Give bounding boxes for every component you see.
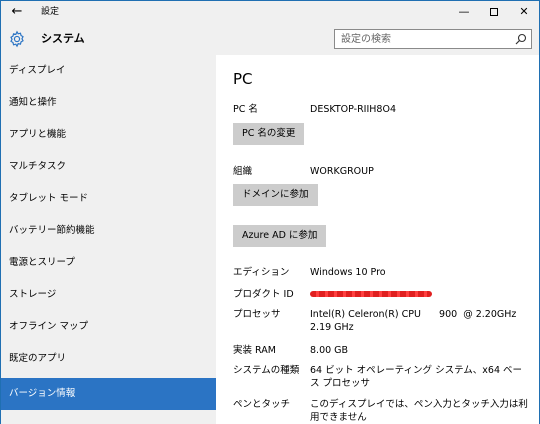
edition-value: Windows 10 Pro (310, 267, 386, 278)
sidebar-item-default-apps[interactable]: 既定のアプリ (1, 343, 216, 375)
search-input[interactable]: 設定の検索 (334, 29, 532, 49)
pen-touch-value: このディスプレイでは、ペン入力とタッチ入力は利用できません (310, 399, 528, 423)
title-bar: ← 設定 — ✕ (1, 1, 539, 23)
product-id-value (310, 288, 530, 301)
gear-icon (10, 30, 24, 48)
processor-label: プロセッサ (233, 309, 281, 320)
sidebar-item-notifications[interactable]: 通知と操作 (1, 87, 216, 119)
maximize-icon (490, 8, 498, 16)
rename-pc-button[interactable]: PC 名の変更 (233, 123, 305, 145)
maximize-button[interactable] (479, 1, 509, 23)
sidebar-item-apps[interactable]: アプリと機能 (1, 119, 216, 151)
sidebar-item-power-sleep[interactable]: 電源とスリープ (1, 247, 216, 279)
system-type-value: 64 ビット オペレーティング システム、x64 ベース プロセッサ (310, 365, 523, 389)
page-title: PC (233, 70, 253, 88)
edition-label: エディション (233, 267, 290, 278)
sidebar-item-battery-saver[interactable]: バッテリー節約機能 (1, 215, 216, 247)
redaction-mark (310, 291, 432, 297)
search-placeholder: 設定の検索 (341, 34, 391, 45)
sidebar-item-multitasking[interactable]: マルチタスク (1, 151, 216, 183)
sidebar-item-display[interactable]: ディスプレイ (1, 55, 216, 87)
search-icon[interactable] (515, 33, 527, 45)
settings-header: システム 設定の検索 (1, 23, 539, 55)
about-panel: PC PC 名 DESKTOP-RIIH8O4 PC 名の変更 組織 WORKG… (216, 55, 539, 424)
sidebar: ディスプレイ 通知と操作 アプリと機能 マルチタスク タブレット モード バッテ… (1, 55, 216, 424)
settings-window: ← 設定 — ✕ システム 設定の検索 ディスプレイ 通知と操作 アプリと機能 … (0, 0, 540, 424)
minimize-button[interactable]: — (449, 1, 479, 23)
ram-label: 実装 RAM (233, 345, 276, 356)
product-id-label: プロダクト ID (233, 289, 294, 300)
ram-value: 8.00 GB (310, 345, 349, 356)
pen-touch-label: ペンとタッチ (233, 399, 291, 410)
organization-value: WORKGROUP (310, 166, 374, 177)
join-azure-ad-button[interactable]: Azure AD に参加 (233, 225, 327, 247)
join-domain-button[interactable]: ドメインに参加 (233, 184, 318, 206)
section-title: システム (41, 32, 85, 45)
close-button[interactable]: ✕ (509, 1, 539, 23)
sidebar-item-tablet-mode[interactable]: タブレット モード (1, 183, 216, 215)
pc-name-label: PC 名 (233, 104, 258, 115)
back-arrow-icon[interactable]: ← (7, 3, 27, 21)
sidebar-item-offline-maps[interactable]: オフライン マップ (1, 311, 216, 343)
system-type-label: システムの種類 (233, 365, 300, 376)
sidebar-item-about[interactable]: バージョン情報 (1, 378, 216, 410)
sidebar-item-storage[interactable]: ストレージ (1, 279, 216, 311)
organization-label: 組織 (233, 166, 253, 177)
window-title: 設定 (41, 7, 60, 17)
processor-value: Intel(R) Celeron(R) CPU 900 @ 2.20GHz 2.… (310, 309, 520, 333)
pc-name-value: DESKTOP-RIIH8O4 (310, 104, 396, 115)
